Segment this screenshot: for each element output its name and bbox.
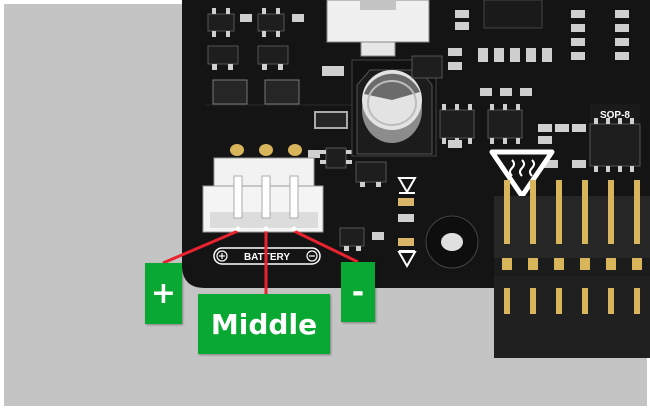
connector-pads [230,144,302,156]
sop8-silkscreen: SOP-8 [600,110,630,121]
sop8-chip: SOP-8 [589,104,641,172]
mounting-hole [425,215,479,269]
pin-header [494,180,650,358]
qfn-chip [483,0,543,29]
middle-terminal-label: Middle [198,294,330,354]
minus-terminal-label: - [341,262,375,322]
battery-connector [202,157,324,233]
plus-terminal-label: + [145,263,182,324]
diagram-stage: SOP-8 + Middle - [0,0,650,410]
